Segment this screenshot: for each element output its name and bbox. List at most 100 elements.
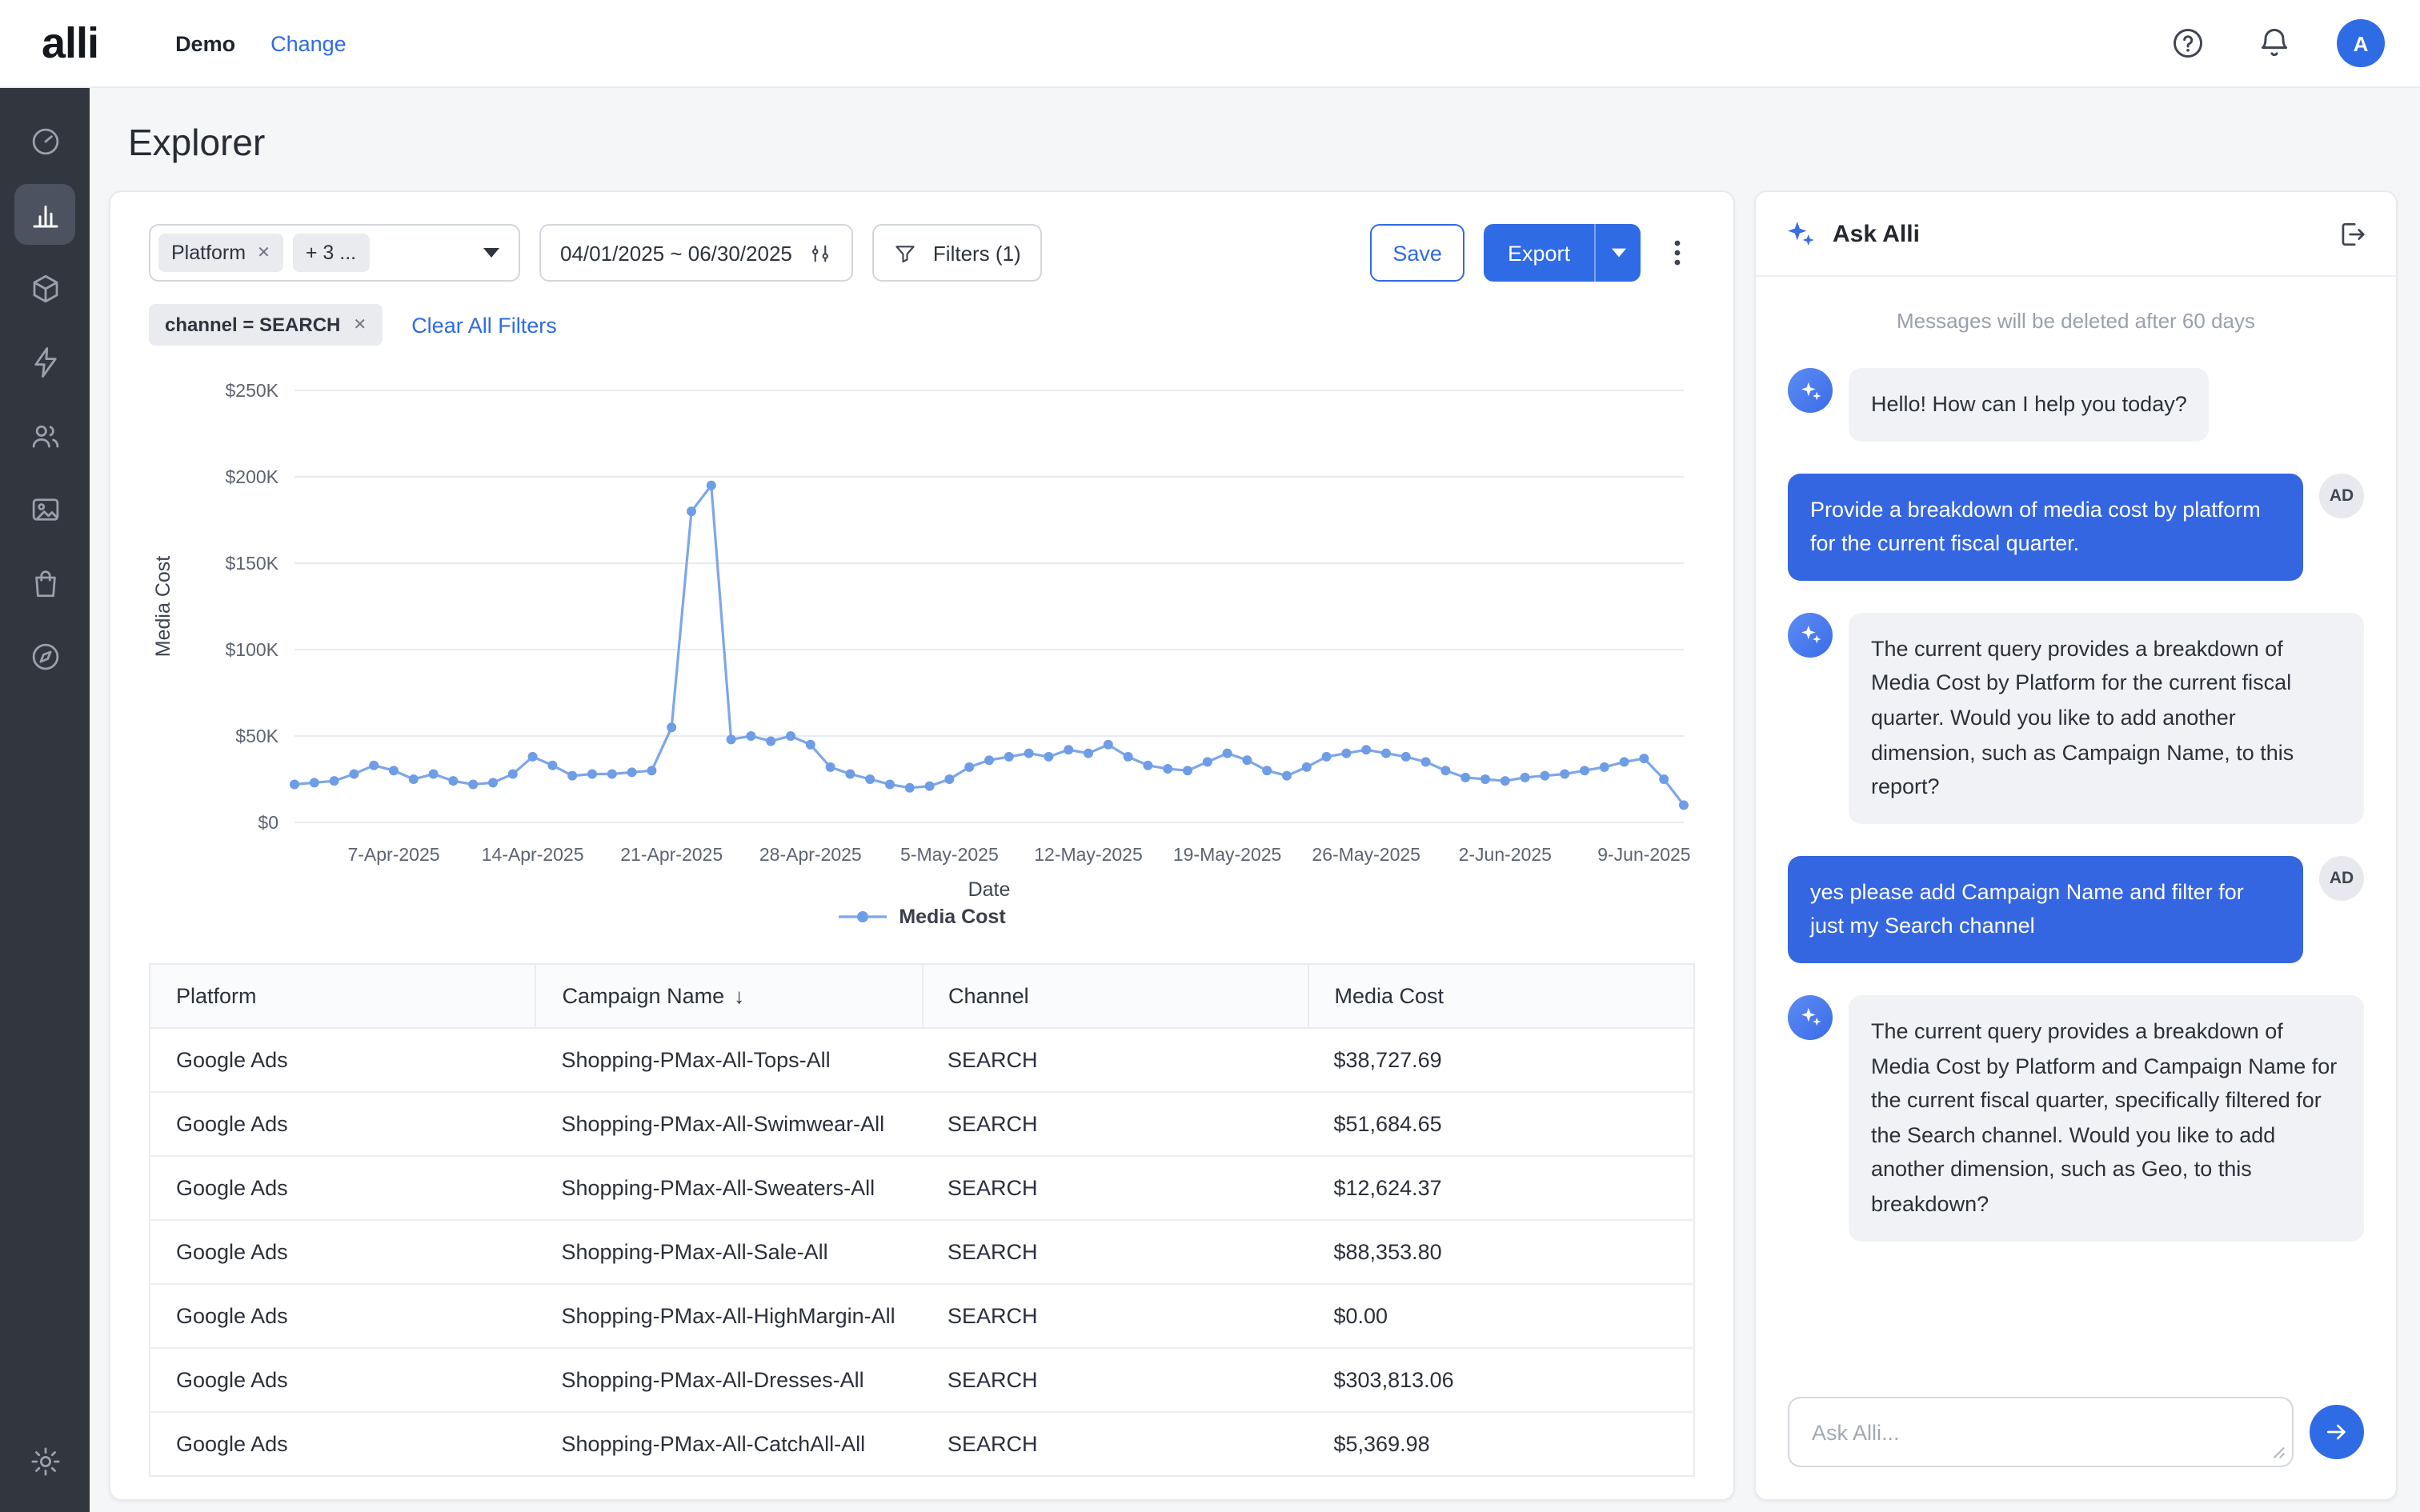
chart-legend[interactable]: Media Cost xyxy=(110,906,1733,928)
svg-text:14-Apr-2025: 14-Apr-2025 xyxy=(482,844,584,865)
sidebar-item-settings[interactable] xyxy=(14,1430,75,1491)
main-row: Platform ✕ + 3 ... 04/01/2025 ~ 06/ xyxy=(109,190,2398,1501)
chat-message-user: yes please add Campaign Name and filter … xyxy=(1788,856,2364,963)
table-cell: Shopping-PMax-All-Sale-All xyxy=(536,1220,923,1284)
export-caret-button[interactable] xyxy=(1594,224,1641,282)
more-options-button[interactable] xyxy=(1660,224,1695,282)
svg-text:19-May-2025: 19-May-2025 xyxy=(1173,844,1282,865)
svg-text:$0: $0 xyxy=(258,812,278,833)
chevron-down-icon xyxy=(1611,248,1625,258)
table-header-row: Platform Campaign Name ↓ Channel Media Co… xyxy=(150,964,1694,1028)
filters-label: Filters (1) xyxy=(933,241,1021,265)
table-cell: SEARCH xyxy=(922,1220,1308,1284)
svg-text:$150K: $150K xyxy=(225,553,278,574)
chat-input-bar xyxy=(1756,1374,2396,1499)
sidebar-item-cube[interactable] xyxy=(14,258,75,318)
dimension-chip-platform[interactable]: Platform ✕ xyxy=(158,234,283,272)
ask-alli-input[interactable] xyxy=(1788,1397,2294,1467)
svg-text:Date: Date xyxy=(968,878,1011,899)
resize-handle-icon[interactable] xyxy=(2271,1445,2286,1459)
table-row: Google AdsShopping-PMax-All-HighMargin-A… xyxy=(150,1284,1694,1348)
dimension-chip-more[interactable]: + 3 ... xyxy=(293,234,369,272)
help-button[interactable] xyxy=(2164,19,2212,67)
sidebar-item-audiences[interactable] xyxy=(14,405,75,466)
svg-text:5-May-2025: 5-May-2025 xyxy=(900,844,999,865)
save-button[interactable]: Save xyxy=(1370,224,1464,282)
remove-icon[interactable]: ✕ xyxy=(257,244,270,262)
assistant-avatar xyxy=(1788,995,1833,1040)
panel-title: Ask Alli xyxy=(1833,220,1920,247)
sidebar-item-shopping[interactable] xyxy=(14,552,75,613)
column-label: Media Cost xyxy=(1335,984,1444,1008)
remove-icon[interactable]: ✕ xyxy=(353,316,367,334)
filter-tag-channel: channel = SEARCH ✕ xyxy=(149,304,383,346)
funnel-icon xyxy=(893,241,917,265)
table-cell: Shopping-PMax-All-Sweaters-All xyxy=(536,1156,923,1220)
help-icon xyxy=(2170,26,2206,61)
table-cell: Shopping-PMax-All-CatchAll-All xyxy=(536,1412,923,1476)
data-table: Platform Campaign Name ↓ Channel Media Co… xyxy=(149,963,1695,1477)
svg-text:28-Apr-2025: 28-Apr-2025 xyxy=(759,844,862,865)
change-workspace-link[interactable]: Change xyxy=(270,31,347,55)
legend-marker-icon xyxy=(838,909,886,925)
top-header: alli Demo Change A xyxy=(0,0,2420,88)
table-cell: $303,813.06 xyxy=(1308,1348,1695,1412)
chevron-down-icon xyxy=(483,248,499,258)
column-header-campaign-name[interactable]: Campaign Name ↓ xyxy=(536,964,923,1028)
workspace-name: Demo xyxy=(175,31,235,55)
message-bubble: Provide a breakdown of media cost by pla… xyxy=(1788,473,2303,580)
sidebar-item-creative[interactable] xyxy=(14,478,75,539)
exit-panel-icon xyxy=(2337,218,2367,249)
table-cell: $12,624.37 xyxy=(1308,1156,1695,1220)
column-header-platform[interactable]: Platform xyxy=(150,964,536,1028)
table-cell: SEARCH xyxy=(922,1028,1308,1092)
clear-all-filters-link[interactable]: Clear All Filters xyxy=(411,313,557,337)
svg-text:$200K: $200K xyxy=(225,466,278,487)
table-cell: Shopping-PMax-All-Dresses-All xyxy=(536,1348,923,1412)
notifications-button[interactable] xyxy=(2250,19,2298,67)
filters-button[interactable]: Filters (1) xyxy=(872,224,1042,282)
table-cell: Shopping-PMax-All-HighMargin-All xyxy=(536,1284,923,1348)
main-content: Explorer Platform ✕ + 3 ... xyxy=(90,88,2420,1512)
chat-input-wrap xyxy=(1788,1397,2294,1467)
column-label: Platform xyxy=(176,984,257,1008)
sidebar-item-automation[interactable] xyxy=(14,331,75,392)
chat-message-assistant: The current query provides a breakdown o… xyxy=(1788,613,2364,824)
sidebar xyxy=(0,88,90,1512)
svg-text:26-May-2025: 26-May-2025 xyxy=(1312,844,1420,865)
table-cell: Google Ads xyxy=(150,1028,536,1092)
sparkle-icon xyxy=(1785,218,1817,250)
sidebar-item-dashboard[interactable] xyxy=(14,110,75,171)
assistant-avatar xyxy=(1788,368,1833,413)
column-header-channel[interactable]: Channel xyxy=(922,964,1308,1028)
table-cell: SEARCH xyxy=(922,1092,1308,1156)
image-icon xyxy=(28,492,62,526)
svg-text:Media Cost: Media Cost xyxy=(152,556,174,657)
sidebar-item-discover[interactable] xyxy=(14,626,75,686)
sidebar-item-explorer[interactable] xyxy=(14,184,75,245)
column-label: Campaign Name xyxy=(563,984,725,1008)
message-bubble: The current query provides a breakdown o… xyxy=(1849,613,2364,824)
sparkle-icon xyxy=(1798,623,1822,647)
table-cell: Google Ads xyxy=(150,1092,536,1156)
export-button[interactable]: Export xyxy=(1484,224,1594,282)
table-cell: SEARCH xyxy=(922,1156,1308,1220)
user-avatar[interactable]: A xyxy=(2337,19,2385,67)
column-header-media-cost[interactable]: Media Cost xyxy=(1308,964,1695,1028)
collapse-panel-button[interactable] xyxy=(2337,218,2367,249)
page-title: Explorer xyxy=(128,117,2398,168)
message-bubble: The current query provides a breakdown o… xyxy=(1849,995,2364,1241)
table-cell: Google Ads xyxy=(150,1156,536,1220)
dimension-select[interactable]: Platform ✕ + 3 ... xyxy=(149,224,520,282)
speedometer-icon xyxy=(28,124,62,158)
table-cell: $0.00 xyxy=(1308,1284,1695,1348)
svg-text:9-Jun-2025: 9-Jun-2025 xyxy=(1597,844,1690,865)
filter-tag-label: channel = SEARCH xyxy=(165,314,340,336)
svg-text:$50K: $50K xyxy=(235,726,278,746)
alli-logo: alli xyxy=(42,18,98,68)
sort-desc-icon: ↓ xyxy=(734,984,744,1008)
table-row: Google AdsShopping-PMax-All-Dresses-AllS… xyxy=(150,1348,1694,1412)
date-range-input[interactable]: 04/01/2025 ~ 06/30/2025 xyxy=(539,224,853,282)
send-button[interactable] xyxy=(2310,1405,2364,1459)
media-cost-chart: $0$50K$100K$150K$200K$250K7-Apr-202514-A… xyxy=(128,362,1716,899)
